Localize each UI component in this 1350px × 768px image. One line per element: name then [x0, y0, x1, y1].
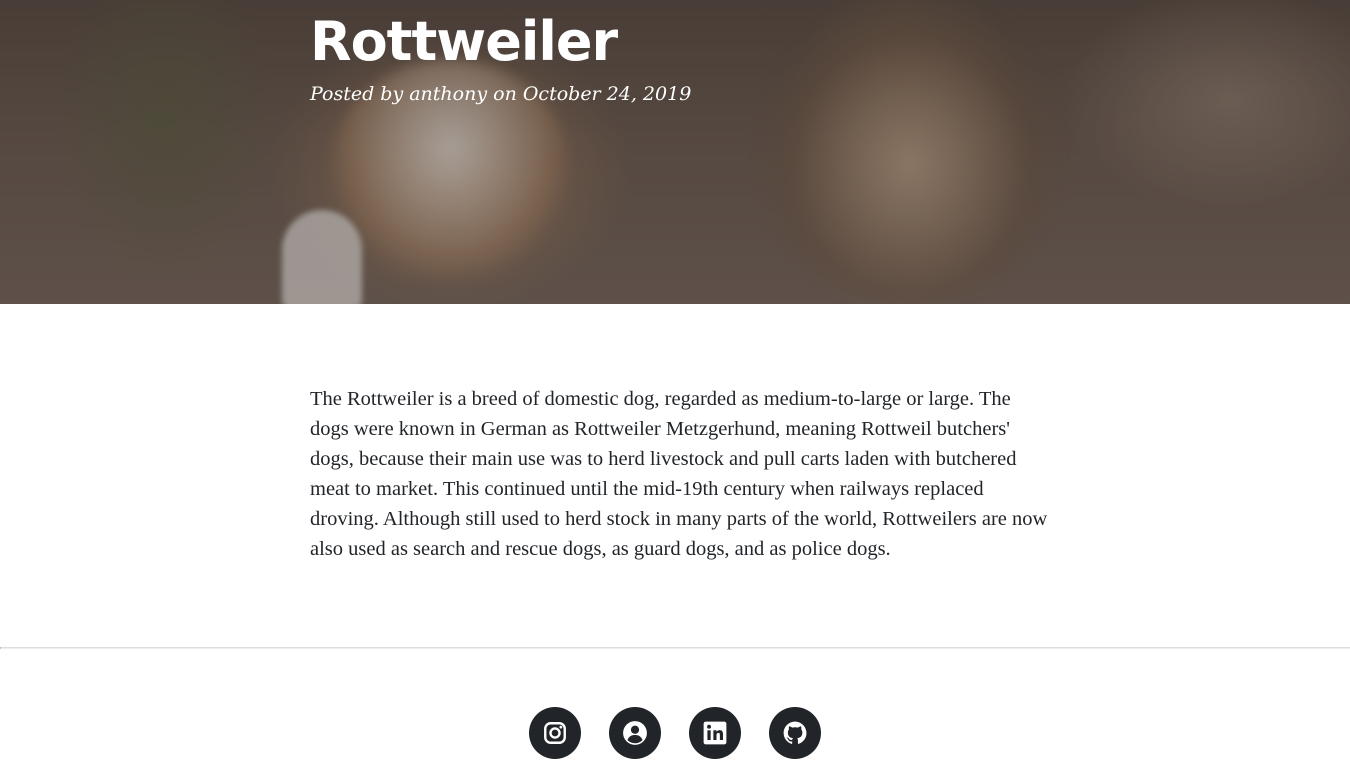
- footer-divider: [0, 647, 1350, 649]
- user-circle-icon: [622, 720, 648, 746]
- post-date: October 24, 2019: [522, 83, 692, 105]
- linkedin-icon: [702, 720, 728, 746]
- social-links: [529, 707, 821, 759]
- header-overlay: [0, 0, 1350, 304]
- github-icon: [782, 720, 808, 746]
- github-link[interactable]: [769, 707, 821, 759]
- post-meta-mid: on: [487, 83, 523, 105]
- post-header: Rottweiler Posted by anthony on October …: [0, 0, 1350, 304]
- post-content: The Rottweiler is a breed of domestic do…: [310, 384, 1050, 564]
- post-meta: Posted by anthony on October 24, 2019: [310, 80, 691, 108]
- author-link[interactable]: anthony: [409, 83, 487, 105]
- instagram-link[interactable]: [529, 707, 581, 759]
- post-title: Rottweiler: [310, 10, 618, 73]
- profile-link[interactable]: [609, 707, 661, 759]
- instagram-icon: [542, 720, 568, 746]
- post-meta-prefix: Posted by: [310, 83, 410, 105]
- post-body-paragraph: The Rottweiler is a breed of domestic do…: [310, 388, 1048, 560]
- linkedin-link[interactable]: [689, 707, 741, 759]
